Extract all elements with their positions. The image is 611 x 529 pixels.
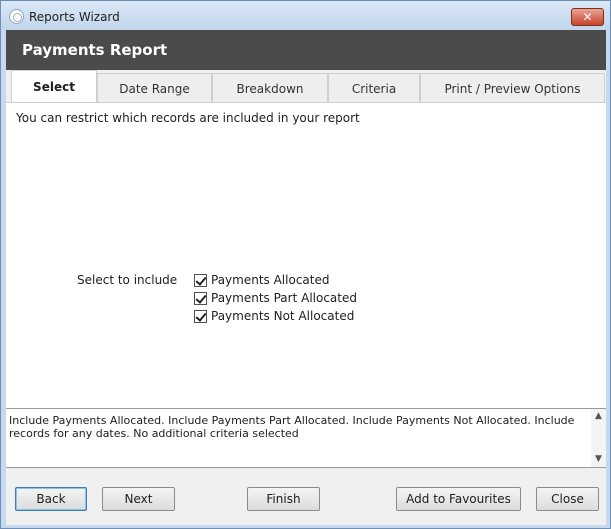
selection-summary[interactable]: Include Payments Allocated. Include Paym… (6, 408, 606, 468)
next-button[interactable]: Next (102, 487, 175, 511)
add-to-favourites-button[interactable]: Add to Favourites (396, 487, 521, 511)
app-icon (9, 9, 24, 24)
close-button-label: Close (551, 492, 584, 506)
tab-criteria[interactable]: Criteria (328, 73, 420, 102)
add-to-favourites-label: Add to Favourites (406, 492, 511, 506)
next-button-label: Next (124, 492, 153, 506)
scroll-up-icon[interactable]: ▲ (591, 409, 606, 424)
tab-print-preview-options[interactable]: Print / Preview Options (420, 73, 605, 102)
summary-text: Include Payments Allocated. Include Paym… (9, 414, 575, 440)
finish-button[interactable]: Finish (247, 487, 320, 511)
back-button-label: Back (36, 492, 66, 506)
option-label: Payments Not Allocated (211, 309, 355, 323)
checkbox-checked-icon[interactable] (194, 309, 207, 323)
option-payments-part-allocated[interactable]: Payments Part Allocated (194, 289, 357, 307)
scroll-down-icon[interactable]: ▼ (591, 452, 606, 467)
wizard-client-area: Payments Report Select Date Range Breakd… (6, 30, 606, 525)
checkbox-checked-icon[interactable] (194, 291, 207, 305)
select-tab-panel: You can restrict which records are inclu… (6, 102, 606, 408)
option-payments-not-allocated[interactable]: Payments Not Allocated (194, 307, 354, 325)
tab-select[interactable]: Select (11, 70, 97, 102)
tab-breakdown[interactable]: Breakdown (212, 73, 328, 102)
option-label: Payments Part Allocated (211, 291, 357, 305)
window-title: Reports Wizard (29, 10, 120, 24)
finish-button-label: Finish (266, 492, 301, 506)
tab-strip: Select Date Range Breakdown Criteria Pri… (6, 70, 606, 102)
title-bar[interactable]: Reports Wizard ✕ (1, 1, 610, 30)
back-button[interactable]: Back (15, 487, 87, 511)
report-title: Payments Report (6, 30, 606, 70)
tab-date-range[interactable]: Date Range (97, 73, 212, 102)
option-label: Payments Allocated (211, 273, 330, 287)
select-to-include-label: Select to include (77, 273, 178, 287)
option-payments-allocated[interactable]: Payments Allocated (194, 271, 329, 289)
intro-text: You can restrict which records are inclu… (16, 111, 360, 125)
close-button[interactable]: Close (536, 487, 599, 511)
summary-scrollbar[interactable]: ▲ ▼ (591, 409, 606, 467)
reports-wizard-window: Reports Wizard ✕ Payments Report Select … (0, 0, 611, 529)
window-close-button[interactable]: ✕ (571, 8, 604, 26)
checkbox-checked-icon[interactable] (194, 273, 207, 287)
